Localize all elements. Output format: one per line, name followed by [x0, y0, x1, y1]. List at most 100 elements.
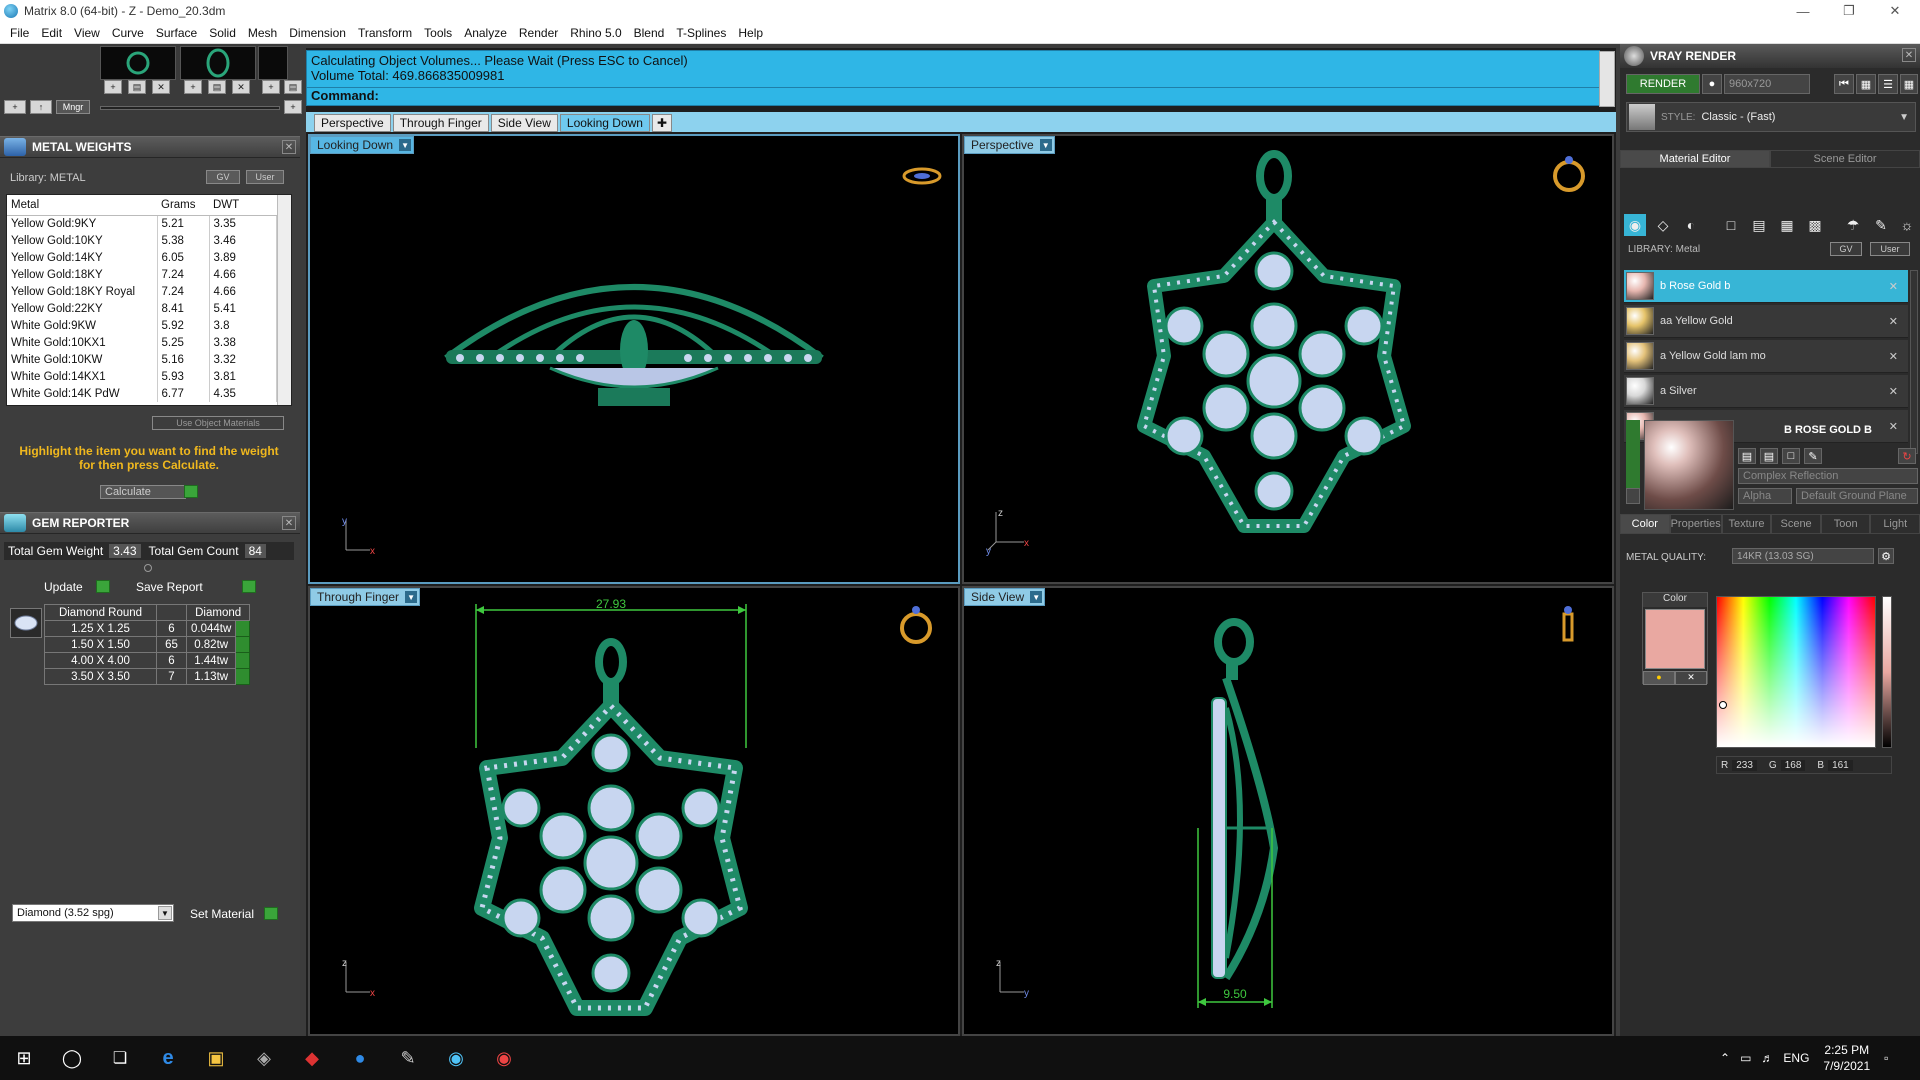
add-history-icon[interactable]: +: [4, 100, 26, 114]
table-row[interactable]: Yellow Gold:10KY 5.38 3.46: [7, 232, 277, 249]
task-view-icon[interactable]: ❏: [96, 1036, 144, 1080]
material-list-item[interactable]: a Silver ✕: [1624, 375, 1908, 408]
color-picker-cursor[interactable]: [1719, 701, 1727, 709]
history-thumbnail[interactable]: [180, 46, 256, 80]
matte-material-icon[interactable]: □: [1720, 214, 1742, 236]
material-list-item[interactable]: aa Yellow Gold ✕: [1624, 305, 1908, 338]
network-icon[interactable]: ▭: [1740, 1051, 1751, 1065]
manager-button[interactable]: Mngr: [56, 100, 90, 114]
viewport-label[interactable]: Through Finger ▼: [310, 588, 421, 606]
menu-dimension[interactable]: Dimension: [283, 26, 352, 40]
table-row[interactable]: White Gold:14KX1 5.93 3.81: [7, 368, 277, 385]
thumb-add-icon[interactable]: +: [104, 80, 122, 94]
close-icon[interactable]: ✕: [1902, 48, 1916, 62]
row-arrow-icon[interactable]: [235, 636, 251, 653]
render-button[interactable]: RENDER: [1626, 74, 1700, 94]
viewport-perspective[interactable]: Perspective ▼ z x y: [962, 134, 1614, 584]
panel-splitter[interactable]: [144, 564, 152, 572]
menu-tools[interactable]: Tools: [418, 26, 458, 40]
thumb-add-icon[interactable]: +: [262, 80, 280, 94]
gem-material-icon[interactable]: ◇: [1652, 214, 1674, 236]
chrome-icon[interactable]: ◉: [480, 1036, 528, 1080]
thumb-delete-icon[interactable]: ✕: [152, 80, 170, 94]
remove-material-icon[interactable]: ✕: [1889, 385, 1898, 398]
edit-icon[interactable]: ✎: [1804, 448, 1822, 464]
column-header-grams[interactable]: Grams: [157, 195, 209, 216]
rhino-icon[interactable]: ◈: [240, 1036, 288, 1080]
table-row[interactable]: Yellow Gold:22KY 8.41 5.41: [7, 300, 277, 317]
tab-texture[interactable]: Texture: [1721, 514, 1772, 534]
viewport-side-view[interactable]: Side View ▼ 9.50 zy: [962, 586, 1614, 1036]
resolution-select[interactable]: 960x720: [1724, 74, 1810, 94]
camera-icon[interactable]: ●: [1702, 74, 1722, 94]
menu-surface[interactable]: Surface: [150, 26, 203, 40]
texture-material-icon[interactable]: ▤: [1748, 214, 1770, 236]
menu-tsplines[interactable]: T-Splines: [670, 26, 732, 40]
restore-button[interactable]: ❐: [1826, 0, 1872, 22]
set-material-button[interactable]: Set Material: [182, 905, 266, 922]
copy-icon[interactable]: □: [1782, 448, 1800, 464]
viewport-label[interactable]: Looking Down ▼: [310, 136, 415, 154]
search-icon[interactable]: ◯: [48, 1036, 96, 1080]
row-arrow-icon[interactable]: [235, 652, 251, 669]
material-list-item[interactable]: b Rose Gold b ✕: [1624, 270, 1908, 303]
tab-scene-editor[interactable]: Scene Editor: [1770, 150, 1920, 168]
chevron-down-icon[interactable]: ▼: [1039, 139, 1052, 151]
table-row[interactable]: Yellow Gold:9KY 5.21 3.35: [7, 215, 277, 232]
metal-material-icon[interactable]: ◉: [1624, 214, 1646, 236]
chevron-down-icon[interactable]: ▼: [405, 591, 418, 603]
table-row[interactable]: Yellow Gold:18KY 7.24 4.66: [7, 266, 277, 283]
brightness-slider[interactable]: [1882, 596, 1892, 748]
chevron-down-icon[interactable]: ▼: [399, 139, 412, 151]
viewport-label[interactable]: Perspective ▼: [964, 136, 1055, 154]
history-slider[interactable]: [100, 106, 280, 110]
command-prompt[interactable]: Command:: [307, 87, 1599, 106]
chevron-down-icon[interactable]: ▼: [158, 906, 172, 920]
tab-color[interactable]: Color: [1620, 514, 1670, 534]
table-row[interactable]: White Gold:14K PdW 6.77 4.35: [7, 385, 277, 402]
table-scrollbar[interactable]: [277, 195, 291, 405]
light-bulb-icon[interactable]: ☼: [1896, 214, 1918, 236]
history-thumbnail[interactable]: [100, 46, 176, 80]
tab-looking-down[interactable]: Looking Down: [559, 114, 650, 132]
menu-analyze[interactable]: Analyze: [458, 26, 513, 40]
menu-solid[interactable]: Solid: [203, 26, 242, 40]
calculate-button[interactable]: Calculate: [100, 485, 186, 499]
volume-icon[interactable]: ♬: [1761, 1051, 1773, 1065]
eyedropper-icon[interactable]: ●: [1643, 671, 1675, 685]
tab-side-view[interactable]: Side View: [490, 114, 558, 132]
diamond-shape-icon[interactable]: [10, 608, 42, 638]
notification-icon[interactable]: ▫: [1884, 1051, 1888, 1065]
calculate-arrow-icon[interactable]: [184, 485, 198, 498]
windows-start-icon[interactable]: ⊞: [0, 1036, 48, 1080]
viewport-label[interactable]: Side View ▼: [964, 588, 1046, 606]
viewport-looking-down[interactable]: Looking Down ▼ yx: [308, 134, 960, 584]
table-row[interactable]: 3.50 X 3.50 7 1.13tw: [44, 668, 251, 685]
table-row[interactable]: Yellow Gold:18KY Royal 7.24 4.66: [7, 283, 277, 300]
menu-curve[interactable]: Curve: [106, 26, 150, 40]
zalo-icon[interactable]: ●: [336, 1036, 384, 1080]
grid-icon[interactable]: ▦: [1900, 74, 1918, 94]
thumb-save-icon[interactable]: ▤: [208, 80, 226, 94]
menu-mesh[interactable]: Mesh: [242, 26, 283, 40]
table-row[interactable]: Yellow Gold:14KY 6.05 3.89: [7, 249, 277, 266]
viewport-through-finger[interactable]: Through Finger ▼ 27.93 z x: [308, 586, 960, 1036]
update-button[interactable]: Update: [36, 578, 92, 595]
list-icon[interactable]: ☰: [1878, 74, 1898, 94]
column-header-dwt[interactable]: DWT: [209, 195, 277, 216]
gem-material-select[interactable]: Diamond (3.52 spg) ▼: [12, 904, 174, 922]
pattern-material-icon[interactable]: ▦: [1776, 214, 1798, 236]
clear-color-icon[interactable]: ✕: [1675, 671, 1707, 685]
table-row[interactable]: 1.50 X 1.50 65 0.82tw: [44, 636, 251, 653]
style-select[interactable]: STYLE: Classic - (Fast) ▼: [1626, 102, 1916, 132]
collapse-arrow-icon[interactable]: [1626, 488, 1640, 504]
table-row[interactable]: White Gold:10KW 5.16 3.32: [7, 351, 277, 368]
menu-view[interactable]: View: [68, 26, 106, 40]
language-indicator[interactable]: ENG: [1783, 1051, 1809, 1065]
paint-icon[interactable]: ✎: [1870, 214, 1892, 236]
thumb-save-icon[interactable]: ▤: [284, 80, 302, 94]
table-row[interactable]: 1.25 X 1.25 6 0.044tw: [44, 620, 251, 637]
matrix-icon[interactable]: ◉: [432, 1036, 480, 1080]
color-swatch[interactable]: [1645, 609, 1705, 669]
settings-icon[interactable]: ⚙: [1878, 548, 1894, 564]
